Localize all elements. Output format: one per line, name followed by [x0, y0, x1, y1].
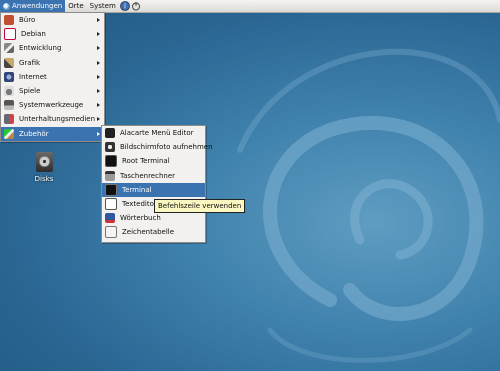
disk-drive-icon — [35, 152, 53, 172]
accessories-submenu: Alacarte Menü Editor Bildschirmfoto aufn… — [101, 125, 213, 243]
menu-item-label: Internet — [19, 72, 47, 81]
menu-item-label: Systemwerkzeuge — [19, 101, 84, 110]
globe-icon — [4, 71, 14, 82]
menu-item-label: Debian — [21, 30, 46, 39]
submenu-arrow-icon — [97, 131, 100, 136]
character-map-icon — [105, 226, 117, 239]
submenu-arrow-icon — [97, 46, 100, 51]
menu-item-buero[interactable]: Büro — [1, 13, 104, 27]
help-icon: i — [119, 1, 130, 11]
camera-icon — [105, 142, 115, 153]
submenu-arrow-icon — [97, 18, 100, 23]
terminal-icon — [105, 183, 117, 196]
menu-item-root-terminal[interactable]: Root Terminal — [102, 154, 205, 168]
menu-item-label: Spiele — [19, 87, 41, 96]
submenu-arrow-icon — [97, 32, 100, 37]
menu-item-spiele[interactable]: Spiele — [1, 84, 104, 98]
menu-item-label: Grafik — [19, 58, 41, 67]
desktop-icon-disks[interactable]: Disks — [32, 152, 56, 183]
menu-orte-label: Orte — [68, 2, 84, 10]
calculator-icon — [105, 170, 115, 181]
menu-item-grafik[interactable]: Grafik — [1, 56, 104, 70]
system-tools-icon — [4, 100, 14, 111]
menu-item-debian[interactable]: Debian — [1, 27, 104, 41]
menu-item-label: Alacarte Menü Editor — [120, 129, 194, 138]
office-icon — [4, 15, 14, 26]
text-editor-icon — [105, 198, 117, 211]
submenu-arrow-icon — [97, 74, 100, 79]
menu-item-label: Terminal — [122, 185, 152, 194]
menu-orte[interactable]: Orte — [65, 0, 86, 12]
menu-item-label: Zeichentabelle — [122, 228, 175, 237]
dictionary-icon — [105, 213, 115, 224]
menu-system[interactable]: System — [87, 0, 119, 12]
development-icon — [4, 43, 14, 54]
desktop-icon-label: Disks — [34, 175, 54, 183]
shutdown-launcher[interactable] — [131, 1, 141, 11]
submenu-arrow-icon — [97, 103, 100, 108]
menu-item-taschenrechner[interactable]: Taschenrechner — [102, 169, 205, 183]
submenu-arrow-icon — [97, 89, 100, 94]
power-icon — [131, 2, 140, 11]
menu-item-label: Büro — [19, 16, 36, 25]
graphics-icon — [4, 57, 14, 68]
menu-item-label: Taschenrechner — [120, 171, 176, 180]
foot-logo-icon — [3, 2, 10, 10]
menu-item-zeichentabelle[interactable]: Zeichentabelle — [102, 225, 205, 239]
submenu-arrow-icon — [97, 60, 100, 65]
menu-item-label: Texteditor — [122, 200, 157, 209]
gamepad-icon — [4, 86, 14, 97]
root-terminal-icon — [105, 155, 117, 168]
menu-item-label: Entwicklung — [19, 44, 62, 53]
menu-item-bildschirmfoto[interactable]: Bildschirmfoto aufnehmen — [102, 140, 213, 154]
menu-item-label: Wörterbuch — [120, 214, 161, 223]
menu-item-zubehoer[interactable]: Zubehör — [1, 126, 104, 141]
menu-item-label: Unterhaltungsmedien — [19, 115, 96, 124]
submenu-arrow-icon — [97, 117, 100, 122]
menu-item-label: Root Terminal — [122, 157, 170, 166]
menu-editor-icon — [105, 128, 115, 139]
menu-anwendungen-label: Anwendungen — [12, 2, 63, 10]
menu-item-unterhaltungsmedien[interactable]: Unterhaltungsmedien — [1, 112, 104, 126]
tooltip: Befehlszeile verwenden — [154, 199, 246, 213]
accessories-icon — [4, 128, 14, 139]
debian-swirl-icon — [4, 28, 16, 41]
menu-item-woerterbuch[interactable]: Wörterbuch — [102, 211, 205, 225]
menu-item-alacarte[interactable]: Alacarte Menü Editor — [102, 126, 205, 140]
menu-item-terminal[interactable]: Terminal — [102, 182, 205, 197]
menu-item-label: Zubehör — [19, 129, 49, 138]
multimedia-icon — [4, 114, 14, 125]
menu-item-entwicklung[interactable]: Entwicklung — [1, 41, 104, 55]
menu-item-systemwerkzeuge[interactable]: Systemwerkzeuge — [1, 98, 104, 112]
menu-anwendungen[interactable]: Anwendungen — [0, 0, 66, 12]
help-launcher[interactable]: i — [119, 1, 130, 11]
applications-menu: Büro Debian Entwicklung Grafik Internet … — [0, 12, 105, 142]
svg-text:i: i — [124, 3, 126, 11]
menu-system-label: System — [89, 2, 116, 10]
menu-item-label: Bildschirmfoto aufnehmen — [120, 143, 213, 152]
menu-item-internet[interactable]: Internet — [1, 70, 104, 84]
